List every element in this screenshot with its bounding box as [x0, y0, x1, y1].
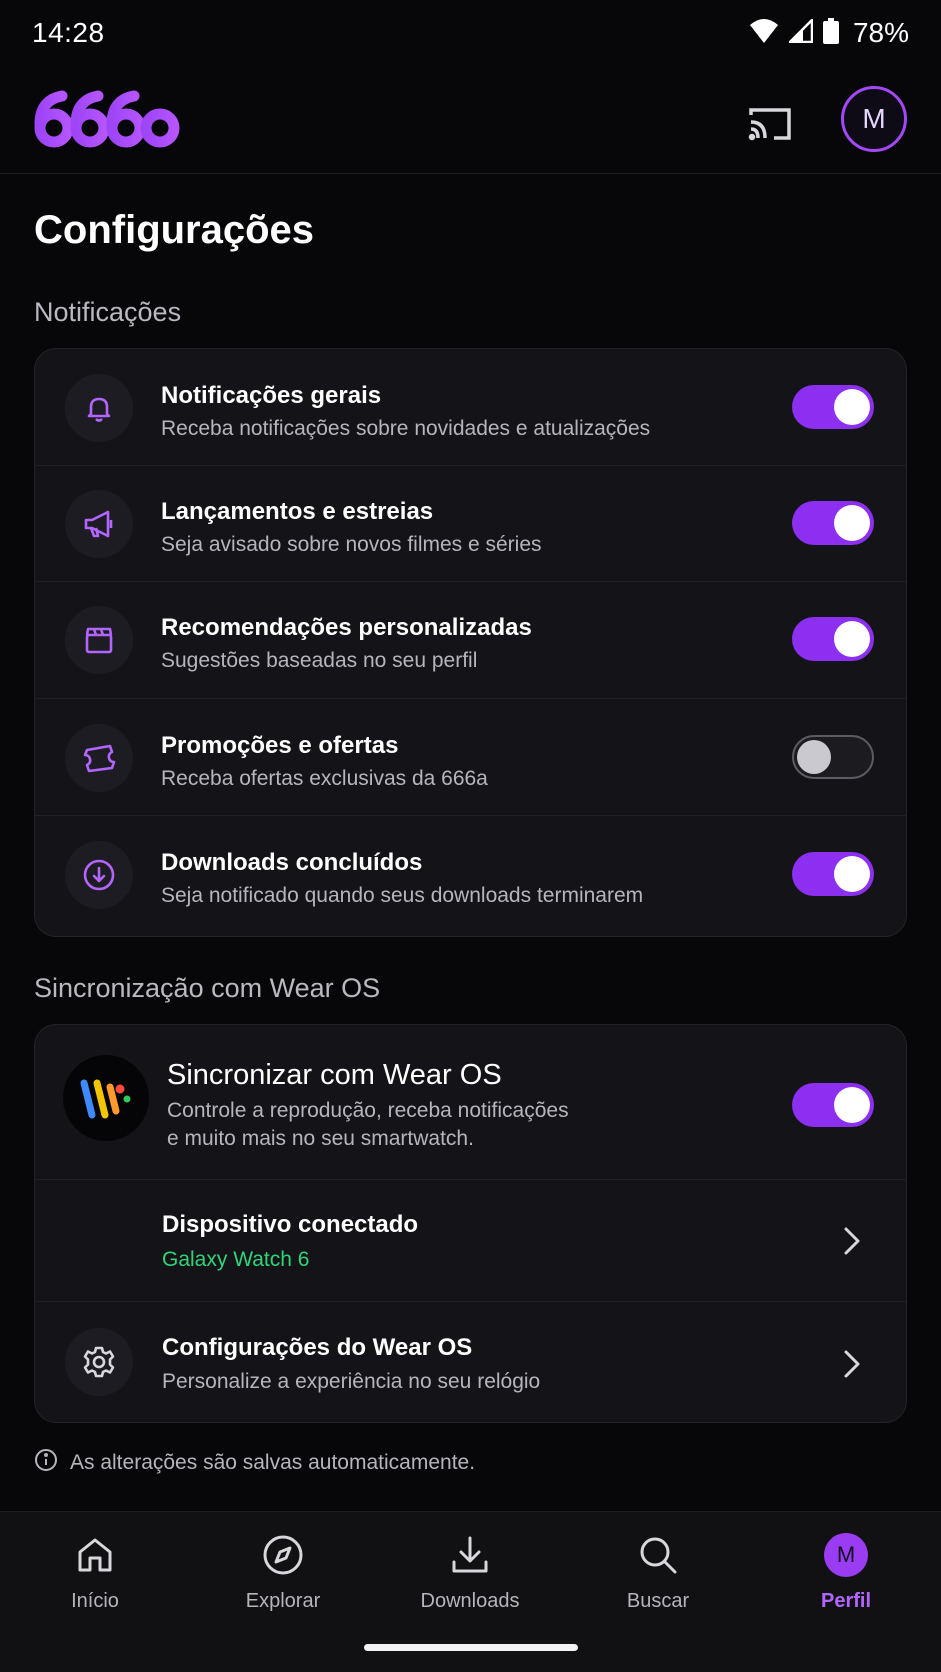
connected-device-row[interactable]: Dispositivo conectado Galaxy Watch 6 — [35, 1180, 906, 1302]
clapperboard-icon — [65, 606, 133, 674]
status-icons: 78% — [749, 16, 909, 49]
chevron-right-icon — [840, 1223, 864, 1259]
gear-icon — [65, 1328, 133, 1396]
toggle-general-notifications[interactable] — [792, 385, 874, 429]
status-bar: 14:28 78% — [0, 0, 941, 66]
row-subtitle: Receba ofertas exclusivas da 666a — [161, 767, 488, 790]
search-icon — [635, 1532, 681, 1578]
cast-icon[interactable] — [745, 99, 795, 149]
section-title-wear-os: Sincronização com Wear OS — [34, 973, 381, 1003]
bell-icon — [65, 374, 133, 442]
nav-search[interactable]: Buscar — [588, 1532, 728, 1613]
row-title: Promoções e ofertas — [161, 732, 399, 759]
connected-device-title: Dispositivo conectado — [162, 1211, 419, 1238]
autosave-info-text: As alterações são salvas automaticamente… — [70, 1450, 476, 1474]
notification-row-recommendations[interactable]: Recomendações personalizadas Sugestões b… — [35, 582, 906, 699]
info-icon — [34, 1448, 58, 1477]
download-circle-icon — [65, 841, 133, 909]
nav-downloads[interactable]: Downloads — [400, 1532, 540, 1613]
notification-row-general[interactable]: Notificações gerais Receba notificações … — [35, 349, 906, 466]
nav-profile[interactable]: M Perfil — [776, 1532, 916, 1613]
battery-percentage: 78% — [852, 17, 909, 48]
chevron-right-icon — [840, 1346, 864, 1382]
profile-avatar[interactable]: M — [841, 86, 907, 152]
wear-os-card: Sincronizar com Wear OS Controle a repro… — [34, 1024, 907, 1423]
battery-icon — [822, 17, 839, 49]
wear-sync-subtitle-2: e muito mais no seu smartwatch. — [167, 1127, 474, 1150]
row-title: Downloads concluídos — [161, 849, 423, 876]
megaphone-icon — [65, 490, 133, 558]
wear-settings-row[interactable]: Configurações do Wear OS Personalize a e… — [35, 1302, 906, 1422]
wear-os-logo-icon — [63, 1055, 149, 1141]
connected-device-value: Galaxy Watch 6 — [162, 1248, 310, 1271]
section-title-notifications: Notificações — [34, 297, 182, 327]
nav-home[interactable]: Início — [25, 1532, 165, 1613]
page-title: Configurações — [34, 208, 315, 252]
notifications-card: Notificações gerais Receba notificações … — [34, 348, 907, 937]
app-logo[interactable]: 666a — [34, 90, 184, 153]
wear-sync-title: Sincronizar com Wear OS — [167, 1059, 502, 1091]
nav-label: Downloads — [420, 1590, 520, 1612]
row-subtitle: Sugestões baseadas no seu perfil — [161, 649, 478, 672]
row-title: Recomendações personalizadas — [161, 614, 532, 641]
toggle-releases[interactable] — [792, 501, 874, 545]
notification-row-downloads[interactable]: Downloads concluídos Seja notificado qua… — [35, 816, 906, 936]
nav-label: Perfil — [820, 1590, 872, 1612]
nav-explore[interactable]: Explorar — [213, 1532, 353, 1613]
home-icon — [72, 1532, 118, 1578]
row-subtitle: Receba notificações sobre novidades e at… — [161, 417, 651, 440]
nav-avatar: M — [824, 1533, 868, 1577]
wear-settings-title: Configurações do Wear OS — [162, 1334, 473, 1361]
download-icon — [447, 1532, 493, 1578]
notification-row-promotions[interactable]: Promoções e ofertas Receba ofertas exclu… — [35, 699, 906, 816]
compass-icon — [260, 1532, 306, 1578]
ticket-icon — [65, 724, 133, 792]
wifi-icon — [749, 18, 779, 49]
app-header: 666a M — [0, 66, 941, 174]
toggle-wear-sync[interactable] — [792, 1083, 874, 1127]
toggle-promotions[interactable] — [792, 735, 874, 779]
status-time: 14:28 — [32, 17, 105, 48]
nav-label: Buscar — [626, 1590, 690, 1612]
row-subtitle: Seja avisado sobre novos filmes e séries — [161, 533, 542, 556]
toggle-recommendations[interactable] — [792, 617, 874, 661]
cellular-signal-icon — [786, 16, 814, 48]
nav-label: Explorar — [245, 1590, 321, 1612]
wear-sync-row[interactable]: Sincronizar com Wear OS Controle a repro… — [35, 1025, 906, 1180]
row-subtitle: Seja notificado quando seus downloads te… — [161, 884, 644, 907]
autosave-info: As alterações são salvas automaticamente… — [34, 1448, 475, 1477]
profile-avatar-icon: M — [823, 1532, 869, 1578]
wear-settings-subtitle: Personalize a experiência no seu relógio — [162, 1370, 541, 1393]
nav-label: Início — [71, 1590, 119, 1612]
row-title: Lançamentos e estreias — [161, 498, 434, 525]
notification-row-releases[interactable]: Lançamentos e estreias Seja avisado sobr… — [35, 466, 906, 582]
home-indicator[interactable] — [364, 1644, 578, 1651]
toggle-downloads[interactable] — [792, 852, 874, 896]
row-title: Notificações gerais — [161, 382, 382, 409]
wear-sync-subtitle-1: Controle a reprodução, receba notificaçõ… — [167, 1099, 569, 1122]
